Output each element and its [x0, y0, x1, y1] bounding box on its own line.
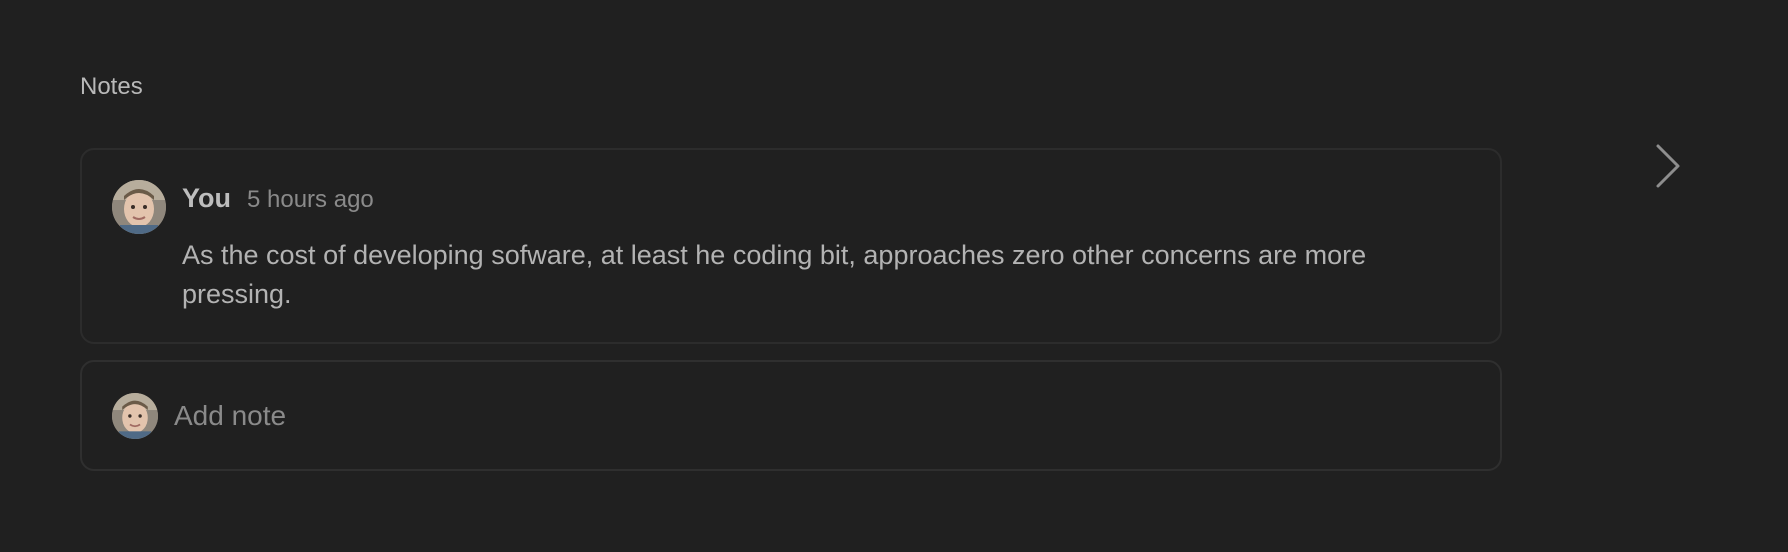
chevron-right-icon[interactable]: [1650, 142, 1684, 190]
add-note-field[interactable]: Add note: [80, 360, 1502, 471]
note-meta: You 5 hours ago: [182, 183, 374, 214]
note-card: You 5 hours ago As the cost of developin…: [80, 148, 1502, 344]
note-body: As the cost of developing sofware, at le…: [182, 240, 1367, 309]
notes-section-title: Notes: [80, 73, 143, 100]
note-author: You: [182, 183, 231, 213]
add-note-placeholder: Add note: [174, 400, 287, 431]
current-user-avatar: [112, 393, 158, 439]
author-avatar: [112, 180, 166, 234]
note-timestamp: 5 hours ago: [247, 186, 374, 213]
user-avatar-icon: [112, 180, 166, 234]
user-avatar-icon: [112, 393, 158, 439]
notes-page: Notes You 5 hours ago As the cost of dev…: [0, 0, 1788, 552]
